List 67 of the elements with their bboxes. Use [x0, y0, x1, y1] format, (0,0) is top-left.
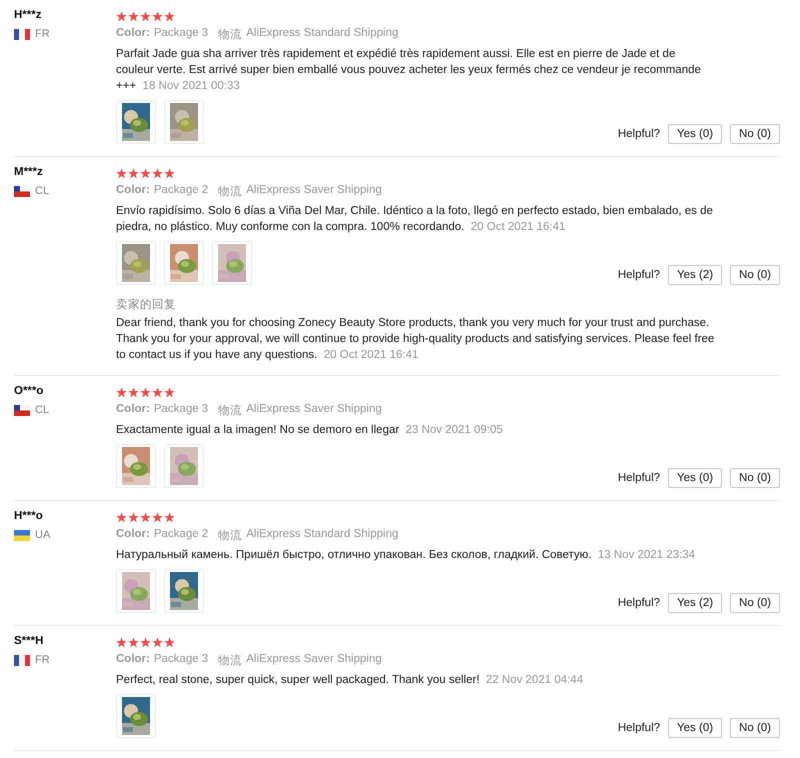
shipping-label: 物流: [218, 184, 242, 199]
helpful-label: Helpful?: [618, 128, 660, 140]
photo-thumbnail[interactable]: [212, 241, 252, 285]
color-label: Color:: [116, 653, 150, 667]
shipping-method: AliExpress Standard Shipping: [246, 27, 398, 41]
country-code: FR: [35, 654, 50, 666]
photo-thumbnail[interactable]: [164, 569, 204, 613]
reviewer-name: H***o: [14, 510, 44, 522]
photo-thumbnail[interactable]: [116, 241, 156, 285]
shipping-label: 物流: [218, 27, 242, 42]
no-button[interactable]: No (0): [730, 593, 780, 613]
color-value: Package 3: [154, 653, 208, 667]
country-code: CL: [35, 185, 50, 197]
photo-thumbnail[interactable]: [116, 694, 156, 738]
color-value: Package 3: [154, 27, 208, 41]
color-label: Color:: [116, 528, 150, 542]
color-label: Color:: [116, 27, 150, 41]
review-text: Parfait Jade gua sha arriver très rapidement et expédié très rapidement aussi. Elle est en pierre de Jade et de couleur verte. Est arrivé super bien emballé vous pouvez acheter les yeux fermés chez ce vendeur je recommande +++ 18 Nov 2021 00:33: [116, 47, 702, 94]
country-code: UA: [35, 529, 50, 541]
color-value: Package 3: [154, 403, 208, 417]
reviewer-name: M***z: [14, 166, 44, 178]
no-button[interactable]: No (0): [730, 718, 780, 738]
photo-thumbnail[interactable]: [116, 100, 156, 144]
yes-button[interactable]: Yes (0): [668, 468, 722, 488]
flag-icon: [14, 28, 30, 40]
shipping-label: 物流: [218, 403, 242, 418]
flag-icon: [14, 404, 30, 416]
review-text: Envío rapidísimo. Solo 6 días a Viña Del Mar, Chile. Idéntico a la foto, llegó en perfecto estado, bien embalado, es de piedra, no plástico. Muy conforme con la compra. 100% recordando. 20 Oct 2021 16:41: [116, 204, 714, 235]
country-code: FR: [35, 28, 50, 40]
photo-thumbnail[interactable]: [164, 444, 204, 488]
review-text: Натуральный камень. Пришёл быстро, отлично упакован. Без сколов, гладкий. Советую. 13 Nov 2021 23:34: [116, 548, 696, 563]
shipping-method: AliExpress Saver Shipping: [246, 184, 382, 198]
yes-button[interactable]: Yes (2): [668, 593, 722, 613]
flag-icon: [14, 654, 30, 666]
reviewer-name: S***H: [14, 635, 44, 647]
no-button[interactable]: No (0): [730, 124, 780, 144]
flag-icon: [14, 530, 30, 540]
reviewer-name: O***o: [14, 385, 44, 397]
country-code: CL: [35, 404, 50, 416]
yes-button[interactable]: Yes (2): [668, 265, 722, 285]
yes-button[interactable]: Yes (0): [668, 124, 722, 144]
photo-thumbnail[interactable]: [164, 241, 204, 285]
shipping-label: 物流: [218, 653, 242, 668]
shipping-method: AliExpress Saver Shipping: [246, 653, 382, 667]
seller-reply-text: Dear friend, thank you for choosing Zonecy Beauty Store products, thank you very much for your trust and purchase. Thank you for your approval, we will continue to provide high-quality products and satisfying services. Please feel free to contact us if you have any questions. 20 Oct 2021 16:41: [116, 316, 716, 363]
color-label: Color:: [116, 403, 150, 417]
reviewer-name: H***z: [14, 9, 42, 21]
photo-thumbnail[interactable]: [116, 569, 156, 613]
flag-icon: [14, 186, 30, 196]
no-button[interactable]: No (0): [730, 265, 780, 285]
review-text: Exactamente igual a la imagen! No se demoro en llegar 23 Nov 2021 09:05: [116, 423, 504, 438]
helpful-label: Helpful?: [618, 597, 660, 609]
color-label: Color:: [116, 184, 150, 198]
color-value: Package 2: [154, 528, 208, 542]
shipping-method: AliExpress Standard Shipping: [246, 528, 398, 542]
review-text: Perfect, real stone, super quick, super well packaged. Thank you seller! 22 Nov 2021 04:44: [116, 673, 584, 688]
seller-reply-label: 卖家的回复: [116, 297, 177, 312]
helpful-label: Helpful?: [618, 722, 660, 734]
helpful-label: Helpful?: [618, 472, 660, 484]
photo-thumbnail[interactable]: [164, 100, 204, 144]
shipping-label: 物流: [218, 528, 242, 543]
no-button[interactable]: No (0): [730, 468, 780, 488]
helpful-label: Helpful?: [618, 269, 660, 281]
photo-thumbnail[interactable]: [116, 444, 156, 488]
yes-button[interactable]: Yes (0): [668, 718, 722, 738]
color-value: Package 2: [154, 184, 208, 198]
shipping-method: AliExpress Saver Shipping: [246, 403, 382, 417]
